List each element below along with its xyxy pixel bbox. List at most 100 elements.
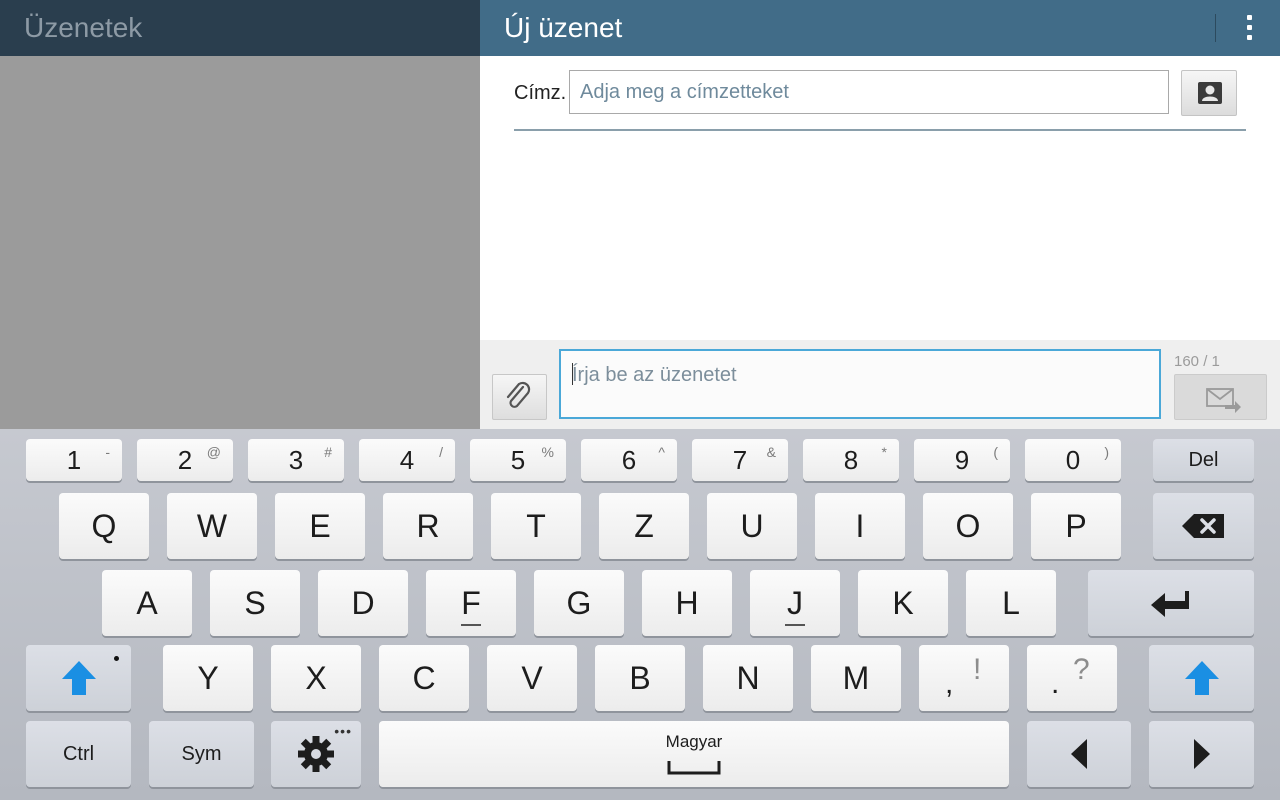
key-label: D	[351, 584, 375, 621]
shift-key-left[interactable]	[26, 645, 131, 711]
key-label: O	[955, 507, 981, 544]
message-input[interactable]: Írja be az üzenetet	[559, 349, 1161, 419]
shift-key-right[interactable]	[1149, 645, 1254, 711]
cursor-left-key[interactable]	[1027, 721, 1131, 787]
key-e[interactable]: E	[275, 493, 365, 559]
spacebar-icon	[667, 761, 721, 775]
key-label: V	[521, 659, 543, 696]
key-t[interactable]: T	[491, 493, 581, 559]
key-2[interactable]: 2 @	[137, 439, 233, 481]
key-label: U	[740, 507, 764, 544]
key-p[interactable]: P	[1031, 493, 1121, 559]
key-n[interactable]: N	[703, 645, 793, 711]
key-4[interactable]: 4/	[359, 439, 455, 481]
key-label: T	[526, 507, 546, 544]
key-y[interactable]: Y	[163, 645, 253, 711]
key-a[interactable]: A	[102, 570, 192, 636]
key-label: C	[412, 659, 436, 696]
compose-title: Új üzenet	[504, 12, 623, 43]
sym-key[interactable]: Sym	[149, 721, 254, 787]
attach-button[interactable]	[492, 374, 547, 420]
home-row-marker	[785, 624, 805, 626]
key-r[interactable]: R	[383, 493, 473, 559]
backspace-key[interactable]	[1153, 493, 1254, 559]
key-label: 5	[510, 444, 526, 475]
comma-key[interactable]: , !	[919, 645, 1009, 711]
arrow-left-icon	[1071, 739, 1087, 769]
key-label: 0	[1065, 444, 1081, 475]
key-b[interactable]: B	[595, 645, 685, 711]
key-o[interactable]: O	[923, 493, 1013, 559]
key-label: P	[1065, 507, 1087, 544]
key-alt-label: -	[105, 444, 110, 460]
key-label: 9	[954, 444, 970, 475]
delete-key[interactable]: Del	[1153, 439, 1254, 481]
gear-icon	[298, 736, 334, 772]
conversations-title: Üzenetek	[0, 0, 480, 56]
key-x[interactable]: X	[271, 645, 361, 711]
contact-icon	[1198, 82, 1222, 104]
key-label: Z	[634, 507, 654, 544]
key-label: 2	[177, 444, 193, 475]
key-alt-label: &	[766, 444, 776, 460]
key-f[interactable]: F	[426, 570, 516, 636]
key-6[interactable]: 6 ^	[581, 439, 677, 481]
key-q[interactable]: Q	[59, 493, 149, 559]
key-v[interactable]: V	[487, 645, 577, 711]
key-label: 7	[732, 444, 748, 475]
key-5[interactable]: 5%	[470, 439, 566, 481]
key-label: F	[461, 584, 481, 621]
overflow-menu-icon[interactable]	[1238, 13, 1262, 43]
key-k[interactable]: K	[858, 570, 948, 636]
send-mail-icon	[1206, 388, 1241, 413]
key-m[interactable]: M	[811, 645, 901, 711]
key-label: W	[196, 507, 228, 544]
cursor-right-key[interactable]	[1149, 721, 1254, 787]
key-9[interactable]: 9(	[914, 439, 1010, 481]
key-alt-label: /	[439, 444, 443, 460]
contacts-button[interactable]	[1181, 70, 1237, 116]
key-label: N	[736, 659, 760, 696]
backspace-icon	[1181, 514, 1224, 538]
send-button[interactable]	[1174, 374, 1267, 420]
recipient-input[interactable]: Adja meg a címzetteket	[569, 70, 1169, 114]
key-z[interactable]: Z	[599, 493, 689, 559]
settings-key[interactable]: •••	[271, 721, 361, 787]
ctrl-key[interactable]: Ctrl	[26, 721, 131, 787]
conversations-list-area	[0, 56, 480, 429]
enter-key[interactable]	[1088, 570, 1254, 636]
key-1[interactable]: 1-	[26, 439, 122, 481]
key-label: K	[892, 584, 914, 621]
key-label: L	[1002, 584, 1020, 621]
period-key[interactable]: . ?	[1027, 645, 1117, 711]
key-3[interactable]: 3 #	[248, 439, 344, 481]
shift-arrow-icon	[61, 661, 96, 695]
key-8[interactable]: 8 *	[803, 439, 899, 481]
key-u[interactable]: U	[707, 493, 797, 559]
key-label: M	[842, 659, 870, 696]
key-c[interactable]: C	[379, 645, 469, 711]
key-j[interactable]: J	[750, 570, 840, 636]
key-w[interactable]: W	[167, 493, 257, 559]
key-label: 6	[621, 444, 637, 475]
key-i[interactable]: I	[815, 493, 905, 559]
key-g[interactable]: G	[534, 570, 624, 636]
sym-key-label: Sym	[181, 742, 222, 765]
key-label: Y	[197, 659, 219, 696]
compose-bar: Írja be az üzenetet 160 / 1	[480, 340, 1280, 429]
recipient-label: Címz.	[514, 82, 567, 104]
key-alt-label: ^	[658, 444, 665, 460]
key-label: R	[416, 507, 440, 544]
shift-arrow-icon	[1184, 661, 1219, 695]
key-h[interactable]: H	[642, 570, 732, 636]
key-d[interactable]: D	[318, 570, 408, 636]
arrow-right-icon	[1193, 739, 1210, 769]
key-label: I	[855, 507, 865, 544]
compose-header: Új üzenet	[480, 0, 1280, 56]
spacebar-key[interactable]: Magyar	[379, 721, 1009, 787]
key-l[interactable]: L	[966, 570, 1056, 636]
key-s[interactable]: S	[210, 570, 300, 636]
key-7[interactable]: 7 &	[692, 439, 788, 481]
key-label: G	[566, 584, 592, 621]
key-0[interactable]: 0)	[1025, 439, 1121, 481]
